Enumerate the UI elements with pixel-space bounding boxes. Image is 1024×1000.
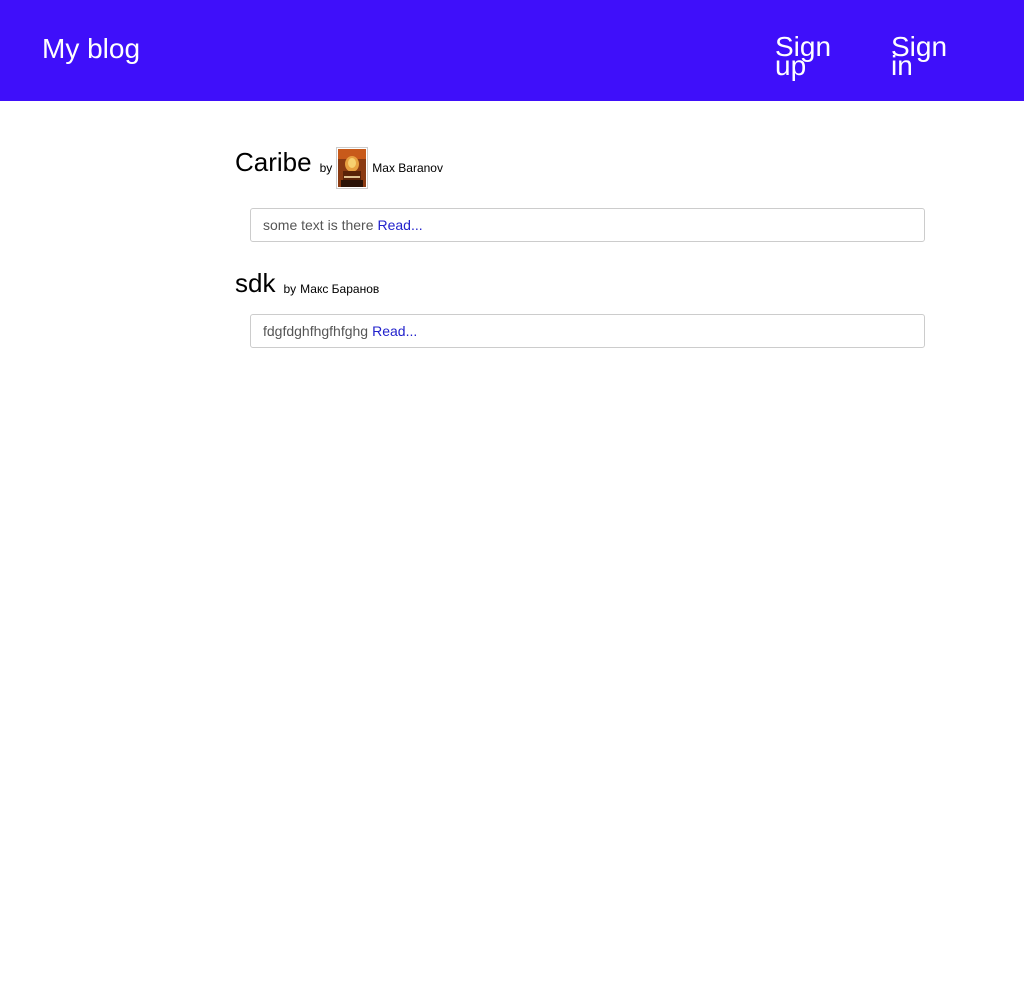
post-author[interactable]: Max Baranov (372, 161, 443, 175)
post-list: Caribe by Max Baranov some text is there… (235, 140, 925, 348)
post-header: sdk by Макс Баранов (235, 262, 925, 304)
excerpt-text: fdgfdghfhgfhfghg (263, 323, 369, 339)
sign-up-link[interactable]: Sign up (775, 33, 845, 80)
post-title[interactable]: sdk (235, 268, 275, 298)
avatar-image-icon (338, 148, 367, 187)
post-title[interactable]: Caribe (235, 147, 312, 177)
top-navbar: My blog Sign up Sign in (0, 0, 1024, 101)
read-more-link[interactable]: Read... (378, 217, 423, 233)
post-author[interactable]: Макс Баранов (300, 282, 379, 296)
excerpt-text: some text is there (263, 217, 374, 233)
post-excerpt: some text is there Read... (250, 208, 925, 242)
brand-link[interactable]: My blog (42, 33, 140, 65)
by-label: by (283, 282, 297, 296)
post-header: Caribe by Max Baranov (235, 140, 925, 189)
author-avatar (336, 146, 369, 189)
sign-in-link[interactable]: Sign in (891, 33, 961, 80)
by-label: by (319, 161, 333, 175)
post-item: sdk by Макс Баранов fdgfdghfhgfhfghg Rea… (235, 262, 925, 348)
read-more-link[interactable]: Read... (372, 323, 417, 339)
post-excerpt: fdgfdghfhgfhfghg Read... (250, 314, 925, 348)
post-item: Caribe by Max Baranov some text is there… (235, 140, 925, 242)
